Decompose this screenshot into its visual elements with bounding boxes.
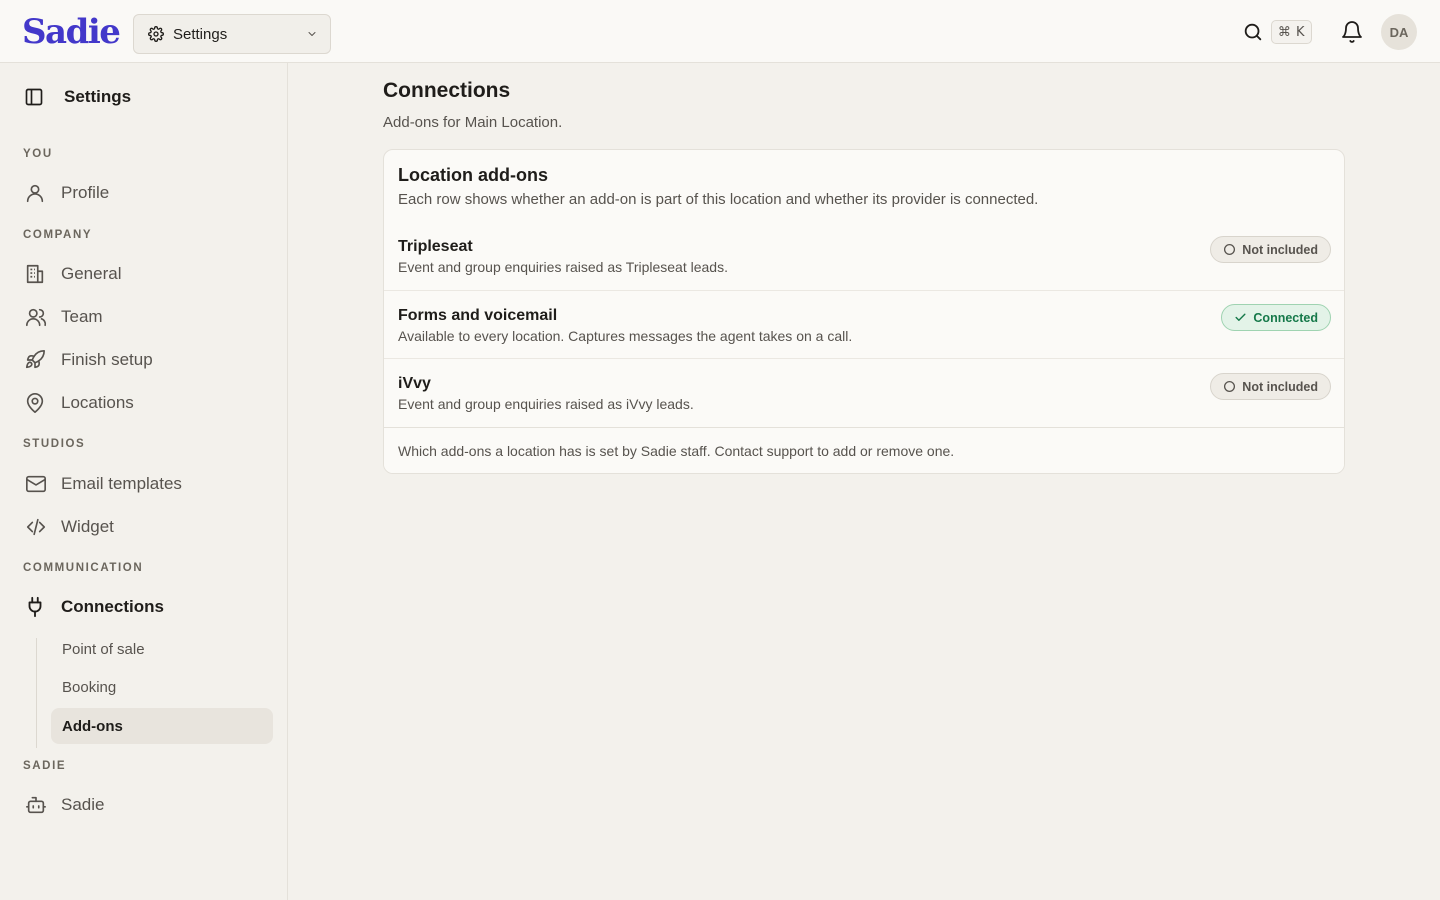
map-pin-icon bbox=[24, 391, 52, 415]
add-on-name: Tripleseat bbox=[398, 238, 473, 255]
status-badge: Not included bbox=[1210, 373, 1331, 400]
mail-icon bbox=[24, 472, 52, 496]
status-badge: Not included bbox=[1210, 236, 1331, 263]
status-label: Not included bbox=[1242, 242, 1318, 257]
search-icon[interactable] bbox=[1242, 21, 1264, 43]
sidebar-item-email-templates[interactable]: Email templates bbox=[24, 469, 182, 499]
card-description: Each row shows whether an add-on is part… bbox=[398, 191, 1039, 208]
rocket-icon bbox=[24, 348, 52, 372]
page-subtitle: Add-ons for Main Location. bbox=[383, 114, 563, 131]
card-footer-note: Which add-ons a location has is set by S… bbox=[384, 427, 1344, 473]
subnav-guide-line bbox=[36, 638, 37, 748]
sidebar-title: Settings bbox=[64, 87, 132, 106]
sidebar-item-sadie[interactable]: Sadie bbox=[24, 790, 104, 820]
user-icon bbox=[24, 181, 52, 205]
add-on-description: Event and group enquiries raised as Trip… bbox=[398, 259, 728, 275]
sadie-logo[interactable]: Sadie bbox=[22, 10, 121, 54]
add-on-description: Available to every location. Captures me… bbox=[398, 328, 853, 344]
sidebar-item-label: Connections bbox=[61, 597, 164, 616]
circle-icon bbox=[1223, 243, 1236, 256]
sidebar-toggle-icon[interactable] bbox=[24, 87, 44, 107]
page-title: Connections bbox=[383, 79, 511, 102]
sidebar-item-connections[interactable]: Connections bbox=[24, 592, 164, 622]
status-label: Connected bbox=[1253, 310, 1318, 325]
search-shortcut-hint: ⌘ K bbox=[1271, 20, 1312, 44]
add-on-description: Event and group enquiries raised as iVvy… bbox=[398, 396, 694, 412]
section-you: YOU bbox=[23, 148, 53, 160]
sidebar-item-general[interactable]: General bbox=[24, 259, 121, 289]
circle-icon bbox=[1223, 380, 1236, 393]
check-icon bbox=[1234, 311, 1247, 324]
section-communication: COMMUNICATION bbox=[23, 562, 144, 574]
subnav-item-add-ons[interactable]: Add-ons bbox=[51, 708, 273, 744]
add-on-row-tripleseat: Tripleseat Event and group enquiries rai… bbox=[384, 222, 1344, 291]
user-avatar[interactable]: DA bbox=[1381, 14, 1417, 50]
sidebar-item-finish-setup[interactable]: Finish setup bbox=[24, 345, 153, 375]
sidebar-item-widget[interactable]: Widget bbox=[24, 512, 114, 542]
add-on-row-ivvy: iVvy Event and group enquiries raised as… bbox=[384, 358, 1344, 427]
add-on-name: iVvy bbox=[398, 375, 431, 392]
plug-icon bbox=[24, 595, 52, 619]
section-sadie: SADIE bbox=[23, 760, 67, 772]
sidebar-header: Settings bbox=[24, 87, 131, 107]
gear-icon bbox=[148, 26, 164, 42]
users-icon bbox=[24, 305, 52, 329]
bot-icon bbox=[24, 793, 52, 817]
bell-icon[interactable] bbox=[1340, 20, 1364, 44]
status-badge: Connected bbox=[1221, 304, 1331, 331]
sidebar-item-label: Profile bbox=[61, 183, 110, 202]
sidebar-item-label: Sadie bbox=[61, 795, 105, 814]
switcher-label: Settings bbox=[173, 25, 228, 43]
add-on-row-forms-and-voicemail: Forms and voicemail Available to every l… bbox=[384, 290, 1344, 359]
chevron-down-icon bbox=[306, 28, 318, 40]
sidebar-item-profile[interactable]: Profile bbox=[24, 178, 109, 208]
section-studios: STUDIOS bbox=[23, 438, 86, 450]
sidebar-item-label: Widget bbox=[61, 517, 114, 536]
settings-sidebar: Settings YOU Profile COMPANY General Tea… bbox=[0, 63, 288, 900]
subnav-item-booking[interactable]: Booking bbox=[51, 669, 273, 705]
sidebar-item-label: Finish setup bbox=[61, 350, 153, 369]
card-title: Location add-ons bbox=[398, 165, 548, 185]
sidebar-item-team[interactable]: Team bbox=[24, 302, 103, 332]
workspace-switcher[interactable]: Settings bbox=[133, 14, 331, 54]
building-icon bbox=[24, 262, 52, 286]
section-company: COMPANY bbox=[23, 229, 93, 241]
location-add-ons-card: Location add-ons Each row shows whether … bbox=[383, 149, 1345, 474]
sidebar-item-label: Email templates bbox=[61, 474, 182, 493]
top-bar: Sadie Settings ⌘ K DA bbox=[0, 0, 1440, 63]
sidebar-item-label: Team bbox=[61, 307, 103, 326]
sidebar-item-label: General bbox=[61, 264, 122, 283]
sidebar-item-label: Locations bbox=[61, 393, 134, 412]
status-label: Not included bbox=[1242, 379, 1318, 394]
sidebar-item-locations[interactable]: Locations bbox=[24, 388, 134, 418]
subnav-item-point-of-sale[interactable]: Point of sale bbox=[51, 631, 273, 667]
add-on-name: Forms and voicemail bbox=[398, 307, 558, 324]
code-icon bbox=[24, 515, 52, 539]
